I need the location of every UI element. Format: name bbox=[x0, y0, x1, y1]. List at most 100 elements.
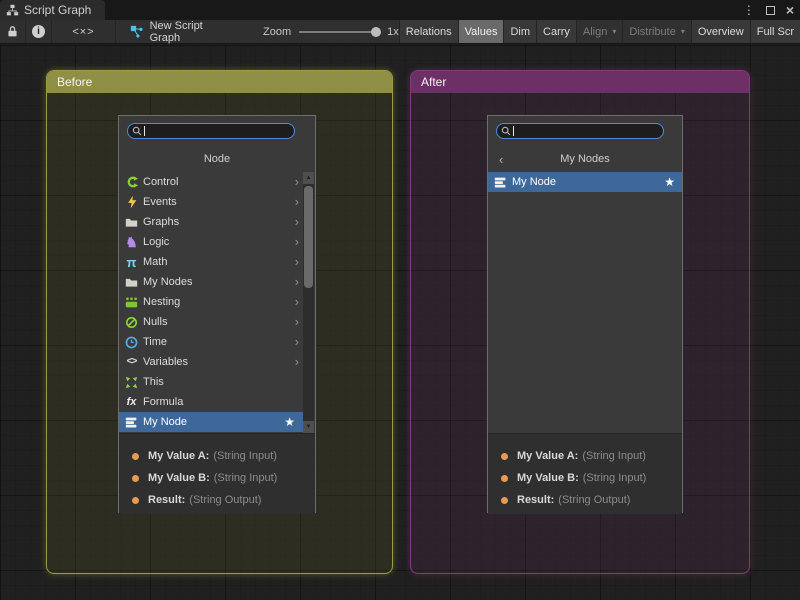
formula-icon: fx bbox=[124, 395, 139, 410]
finder-header-title: Node bbox=[204, 153, 230, 165]
port-dot-icon bbox=[501, 475, 508, 482]
list-item-my-node[interactable]: My Node ★ bbox=[119, 412, 303, 432]
list-item-nesting[interactable]: Nesting › bbox=[119, 292, 303, 312]
finder-header-title: My Nodes bbox=[560, 153, 610, 165]
fuzzy-finder-before: Node Control › Events › Graphs › ♞ Logic bbox=[118, 115, 316, 513]
port-row: My Value B: (String Input) bbox=[488, 467, 682, 489]
port-row: Result: (String Output) bbox=[119, 489, 315, 511]
dim-button[interactable]: Dim bbox=[503, 20, 536, 43]
group-before-title: Before bbox=[57, 75, 92, 89]
port-row: My Value B: (String Input) bbox=[119, 467, 315, 489]
zoom-slider-knob[interactable] bbox=[371, 27, 381, 37]
list-item-my-nodes[interactable]: My Nodes › bbox=[119, 272, 303, 292]
tab-title: Script Graph bbox=[24, 3, 91, 17]
scroll-down-icon[interactable]: ▼ bbox=[303, 421, 314, 433]
pi-icon: π bbox=[124, 255, 139, 270]
list-item-control[interactable]: Control › bbox=[119, 172, 303, 192]
list-item-time[interactable]: Time › bbox=[119, 332, 303, 352]
overview-button[interactable]: Overview bbox=[691, 20, 750, 43]
list-item-variables[interactable]: <> Variables › bbox=[119, 352, 303, 372]
list-item-this[interactable]: This bbox=[119, 372, 303, 392]
new-script-graph-button[interactable]: New Script Graph bbox=[130, 20, 235, 43]
tab-script-graph[interactable]: Script Graph bbox=[0, 0, 105, 20]
list-item-nulls[interactable]: Nulls › bbox=[119, 312, 303, 332]
folder-icon bbox=[124, 215, 139, 230]
zoom-slider[interactable] bbox=[299, 27, 379, 37]
group-after-header[interactable]: After bbox=[411, 71, 749, 93]
finder-list-empty bbox=[488, 192, 682, 433]
graph-node-icon bbox=[130, 25, 144, 39]
relations-button[interactable]: Relations bbox=[399, 20, 458, 43]
favorite-star-icon[interactable]: ★ bbox=[284, 415, 295, 429]
close-icon[interactable]: × bbox=[786, 3, 794, 17]
maximize-icon[interactable] bbox=[766, 6, 775, 15]
zoom-label: Zoom bbox=[263, 26, 291, 38]
group-before-header[interactable]: Before bbox=[47, 71, 392, 93]
chevron-down-icon: ▾ bbox=[681, 27, 685, 36]
code-button[interactable]: <×> bbox=[52, 20, 115, 43]
code-icon: <×> bbox=[72, 26, 94, 38]
search-icon bbox=[132, 126, 142, 136]
port-dot-icon bbox=[132, 453, 139, 460]
text-cursor bbox=[513, 126, 514, 136]
port-dot-icon bbox=[501, 453, 508, 460]
list-item-logic[interactable]: ♞ Logic › bbox=[119, 232, 303, 252]
list-item-my-node[interactable]: My Node ★ bbox=[488, 172, 682, 192]
chevron-right-icon: › bbox=[295, 312, 299, 332]
chevron-right-icon: › bbox=[295, 272, 299, 292]
port-dot-icon bbox=[132, 475, 139, 482]
info-button[interactable]: i bbox=[26, 20, 53, 43]
list-item-graphs[interactable]: Graphs › bbox=[119, 212, 303, 232]
chevron-right-icon: › bbox=[295, 192, 299, 212]
fullscreen-button[interactable]: Full Scr bbox=[750, 20, 800, 43]
folder-icon bbox=[124, 275, 139, 290]
clock-icon bbox=[124, 335, 139, 350]
node-stack-icon bbox=[124, 415, 139, 430]
search-input[interactable] bbox=[496, 123, 664, 139]
lightning-icon bbox=[124, 195, 139, 210]
port-dot-icon bbox=[501, 497, 508, 504]
toolbar: i <×> New Script Graph Zoom 1x Relations… bbox=[0, 20, 800, 44]
chevron-right-icon: › bbox=[295, 172, 299, 192]
finder-list: Control › Events › Graphs › ♞ Logic › π … bbox=[119, 172, 315, 433]
chevron-right-icon: › bbox=[295, 232, 299, 252]
list-item-events[interactable]: Events › bbox=[119, 192, 303, 212]
text-cursor bbox=[144, 126, 145, 136]
port-dot-icon bbox=[132, 497, 139, 504]
list-item-math[interactable]: π Math › bbox=[119, 252, 303, 272]
align-dropdown[interactable]: Align ▾ bbox=[576, 20, 622, 43]
info-icon: i bbox=[32, 25, 45, 38]
script-graph-icon bbox=[6, 4, 19, 17]
scrollbar[interactable]: ▲ ▼ bbox=[303, 172, 314, 433]
values-button[interactable]: Values bbox=[458, 20, 504, 43]
back-button[interactable]: ‹ bbox=[499, 148, 503, 170]
chevron-right-icon: › bbox=[295, 352, 299, 372]
chevron-right-icon: › bbox=[295, 212, 299, 232]
carry-button[interactable]: Carry bbox=[536, 20, 576, 43]
brackets-icon: <> bbox=[124, 355, 139, 370]
port-row: Result: (String Output) bbox=[488, 489, 682, 511]
title-bar: Script Graph ⋮ × bbox=[0, 0, 800, 20]
chevron-down-icon: ▾ bbox=[612, 27, 616, 36]
finder-header: Node bbox=[119, 148, 315, 170]
scroll-up-icon[interactable]: ▲ bbox=[303, 172, 314, 184]
search-icon bbox=[501, 126, 511, 136]
distribute-dropdown[interactable]: Distribute ▾ bbox=[622, 20, 690, 43]
fuzzy-finder-after: ‹ My Nodes My Node ★ My Value A: (String… bbox=[487, 115, 683, 513]
chevron-right-icon: › bbox=[295, 332, 299, 352]
null-icon bbox=[124, 315, 139, 330]
port-row: My Value A: (String Input) bbox=[119, 445, 315, 467]
list-item-formula[interactable]: fx Formula bbox=[119, 392, 303, 412]
nesting-icon bbox=[124, 295, 139, 310]
toolbar-right: Relations Values Dim Carry Align ▾ Distr… bbox=[399, 20, 800, 43]
window-menu-icon[interactable]: ⋮ bbox=[743, 4, 755, 16]
finder-header: ‹ My Nodes bbox=[488, 148, 682, 170]
graph-canvas[interactable]: Before After Node Control › Events bbox=[0, 45, 800, 600]
scrollbar-thumb[interactable] bbox=[304, 186, 313, 288]
favorite-star-icon[interactable]: ★ bbox=[664, 175, 675, 189]
zoom-control: Zoom 1x bbox=[263, 20, 399, 43]
node-stack-icon bbox=[493, 175, 508, 190]
new-script-graph-label: New Script Graph bbox=[150, 20, 235, 44]
lock-button[interactable] bbox=[0, 20, 26, 43]
search-input[interactable] bbox=[127, 123, 295, 139]
